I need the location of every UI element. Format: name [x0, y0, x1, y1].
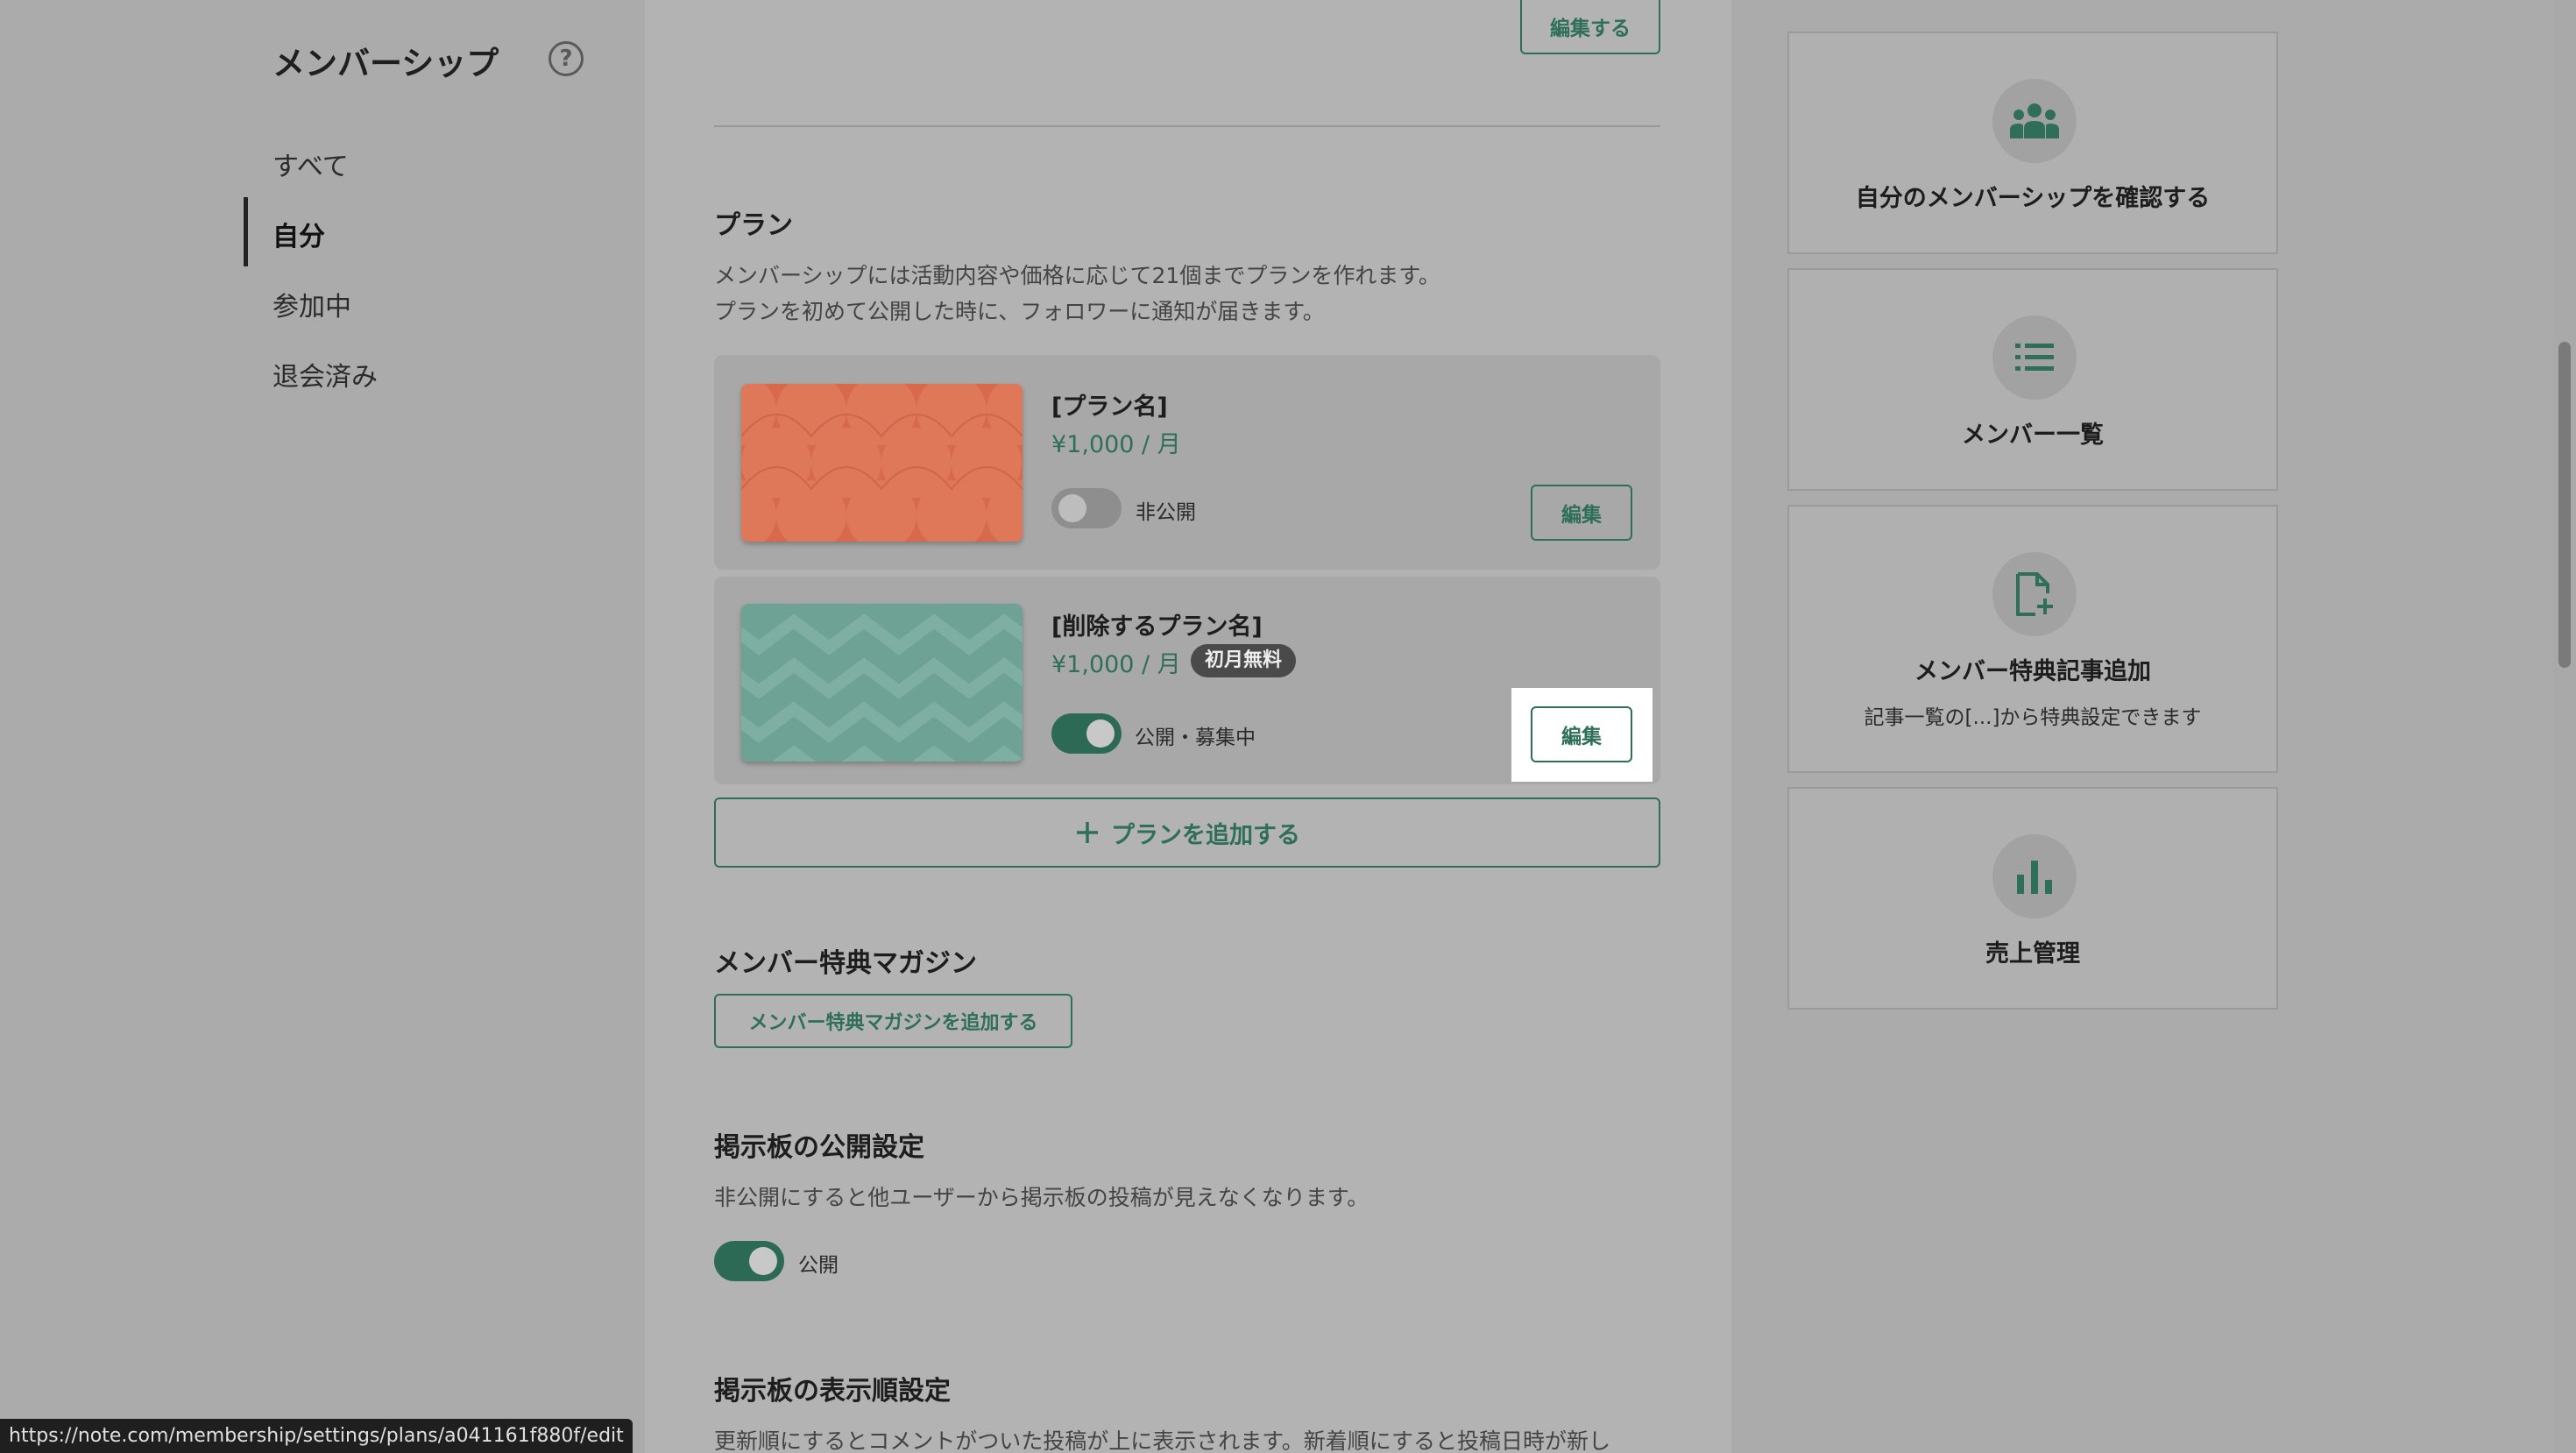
question-circle-icon[interactable]: ? [548, 41, 584, 76]
add-magazine-button[interactable]: メンバー特典マガジンを追加する [714, 994, 1072, 1048]
plans-desc-line1: メンバーシップには活動内容や価格に応じて21個までプランを作れます。 [714, 263, 1440, 288]
board-visibility-toggle[interactable] [714, 1241, 784, 1281]
add-plan-label: プランを追加する [1111, 821, 1300, 849]
plan-visibility-toggle[interactable] [1051, 488, 1122, 528]
add-member-article-label: メンバー特典記事追加 [1914, 658, 2151, 685]
plan-card: [プラン名] ¥1,000 / 月 非公開 編集 [714, 355, 1660, 570]
plan-edit-button[interactable]: 編集 [1531, 485, 1632, 541]
nav-active-indicator [244, 197, 248, 266]
board-order-desc: 更新順にするとコメントがついた投稿が上に表示されます。新着順にすると投稿日時が新… [714, 1428, 1611, 1453]
plan-edit-button[interactable]: 編集 [1531, 706, 1632, 762]
add-member-article-card[interactable]: メンバー特典記事追加 記事一覧の[...]から特典設定できます [1787, 505, 2278, 773]
divider [714, 125, 1660, 127]
plan-thumbnail [741, 384, 1023, 542]
sales-management-label: 売上管理 [1985, 940, 2080, 967]
plans-desc-line2: プランを初めて公開した時に、フォロワーに通知が届きます。 [714, 299, 1325, 324]
plan-status-label: 公開・募集中 [1135, 726, 1256, 749]
board-visibility-heading: 掲示板の公開設定 [714, 1132, 924, 1163]
scrollbar-track[interactable] [2553, 0, 2576, 1453]
board-visibility-label: 公開 [798, 1254, 839, 1277]
nav-item-mine[interactable]: 自分 [272, 215, 325, 253]
bar-chart-icon [1992, 834, 2077, 918]
nav-item-joined[interactable]: 参加中 [272, 285, 351, 323]
free-first-month-badge: 初月無料 [1191, 644, 1297, 677]
check-membership-label: 自分のメンバーシップを確認する [1855, 185, 2211, 212]
plan-price: ¥1,000 / 月 [1051, 431, 1181, 458]
board-order-heading: 掲示板の表示順設定 [714, 1376, 951, 1407]
nav-item-all[interactable]: すべて [272, 145, 349, 183]
board-visibility-desc: 非公開にすると他ユーザーから掲示板の投稿が見えなくなります。 [714, 1185, 1369, 1210]
sidebar: メンバーシップ ? すべて 自分 参加中 退会済み [0, 0, 645, 1453]
magazine-heading: メンバー特典マガジン [714, 948, 977, 979]
plus-icon [1077, 822, 1098, 843]
plan-visibility-toggle[interactable] [1051, 713, 1122, 754]
nav-item-left[interactable]: 退会済み [272, 355, 378, 393]
people-icon [1992, 79, 2077, 163]
plan-price: ¥1,000 / 月 [1051, 651, 1181, 678]
plan-name: [プラン名] [1051, 393, 1168, 421]
plans-heading: プラン [714, 210, 793, 241]
member-list-card[interactable]: メンバー一覧 [1787, 268, 2278, 491]
member-list-label: メンバー一覧 [1962, 422, 2104, 449]
status-url: https://note.com/membership/settings/pla… [0, 1419, 633, 1453]
edit-button[interactable]: 編集する [1520, 0, 1660, 54]
check-membership-card[interactable]: 自分のメンバーシップを確認する [1787, 32, 2278, 254]
page-title: メンバーシップ [272, 45, 499, 82]
add-member-article-sub: 記事一覧の[...]から特典設定できます [1864, 706, 2202, 729]
plan-status-label: 非公開 [1136, 501, 1196, 524]
sales-management-card[interactable]: 売上管理 [1787, 787, 2278, 1010]
add-plan-button[interactable]: プランを追加する [714, 797, 1660, 868]
list-icon [1992, 315, 2077, 400]
plan-thumbnail [741, 604, 1023, 762]
scrollbar-thumb[interactable] [2558, 342, 2571, 668]
plan-name: [削除するプラン名] [1051, 613, 1263, 641]
file-add-icon [1992, 552, 2077, 636]
